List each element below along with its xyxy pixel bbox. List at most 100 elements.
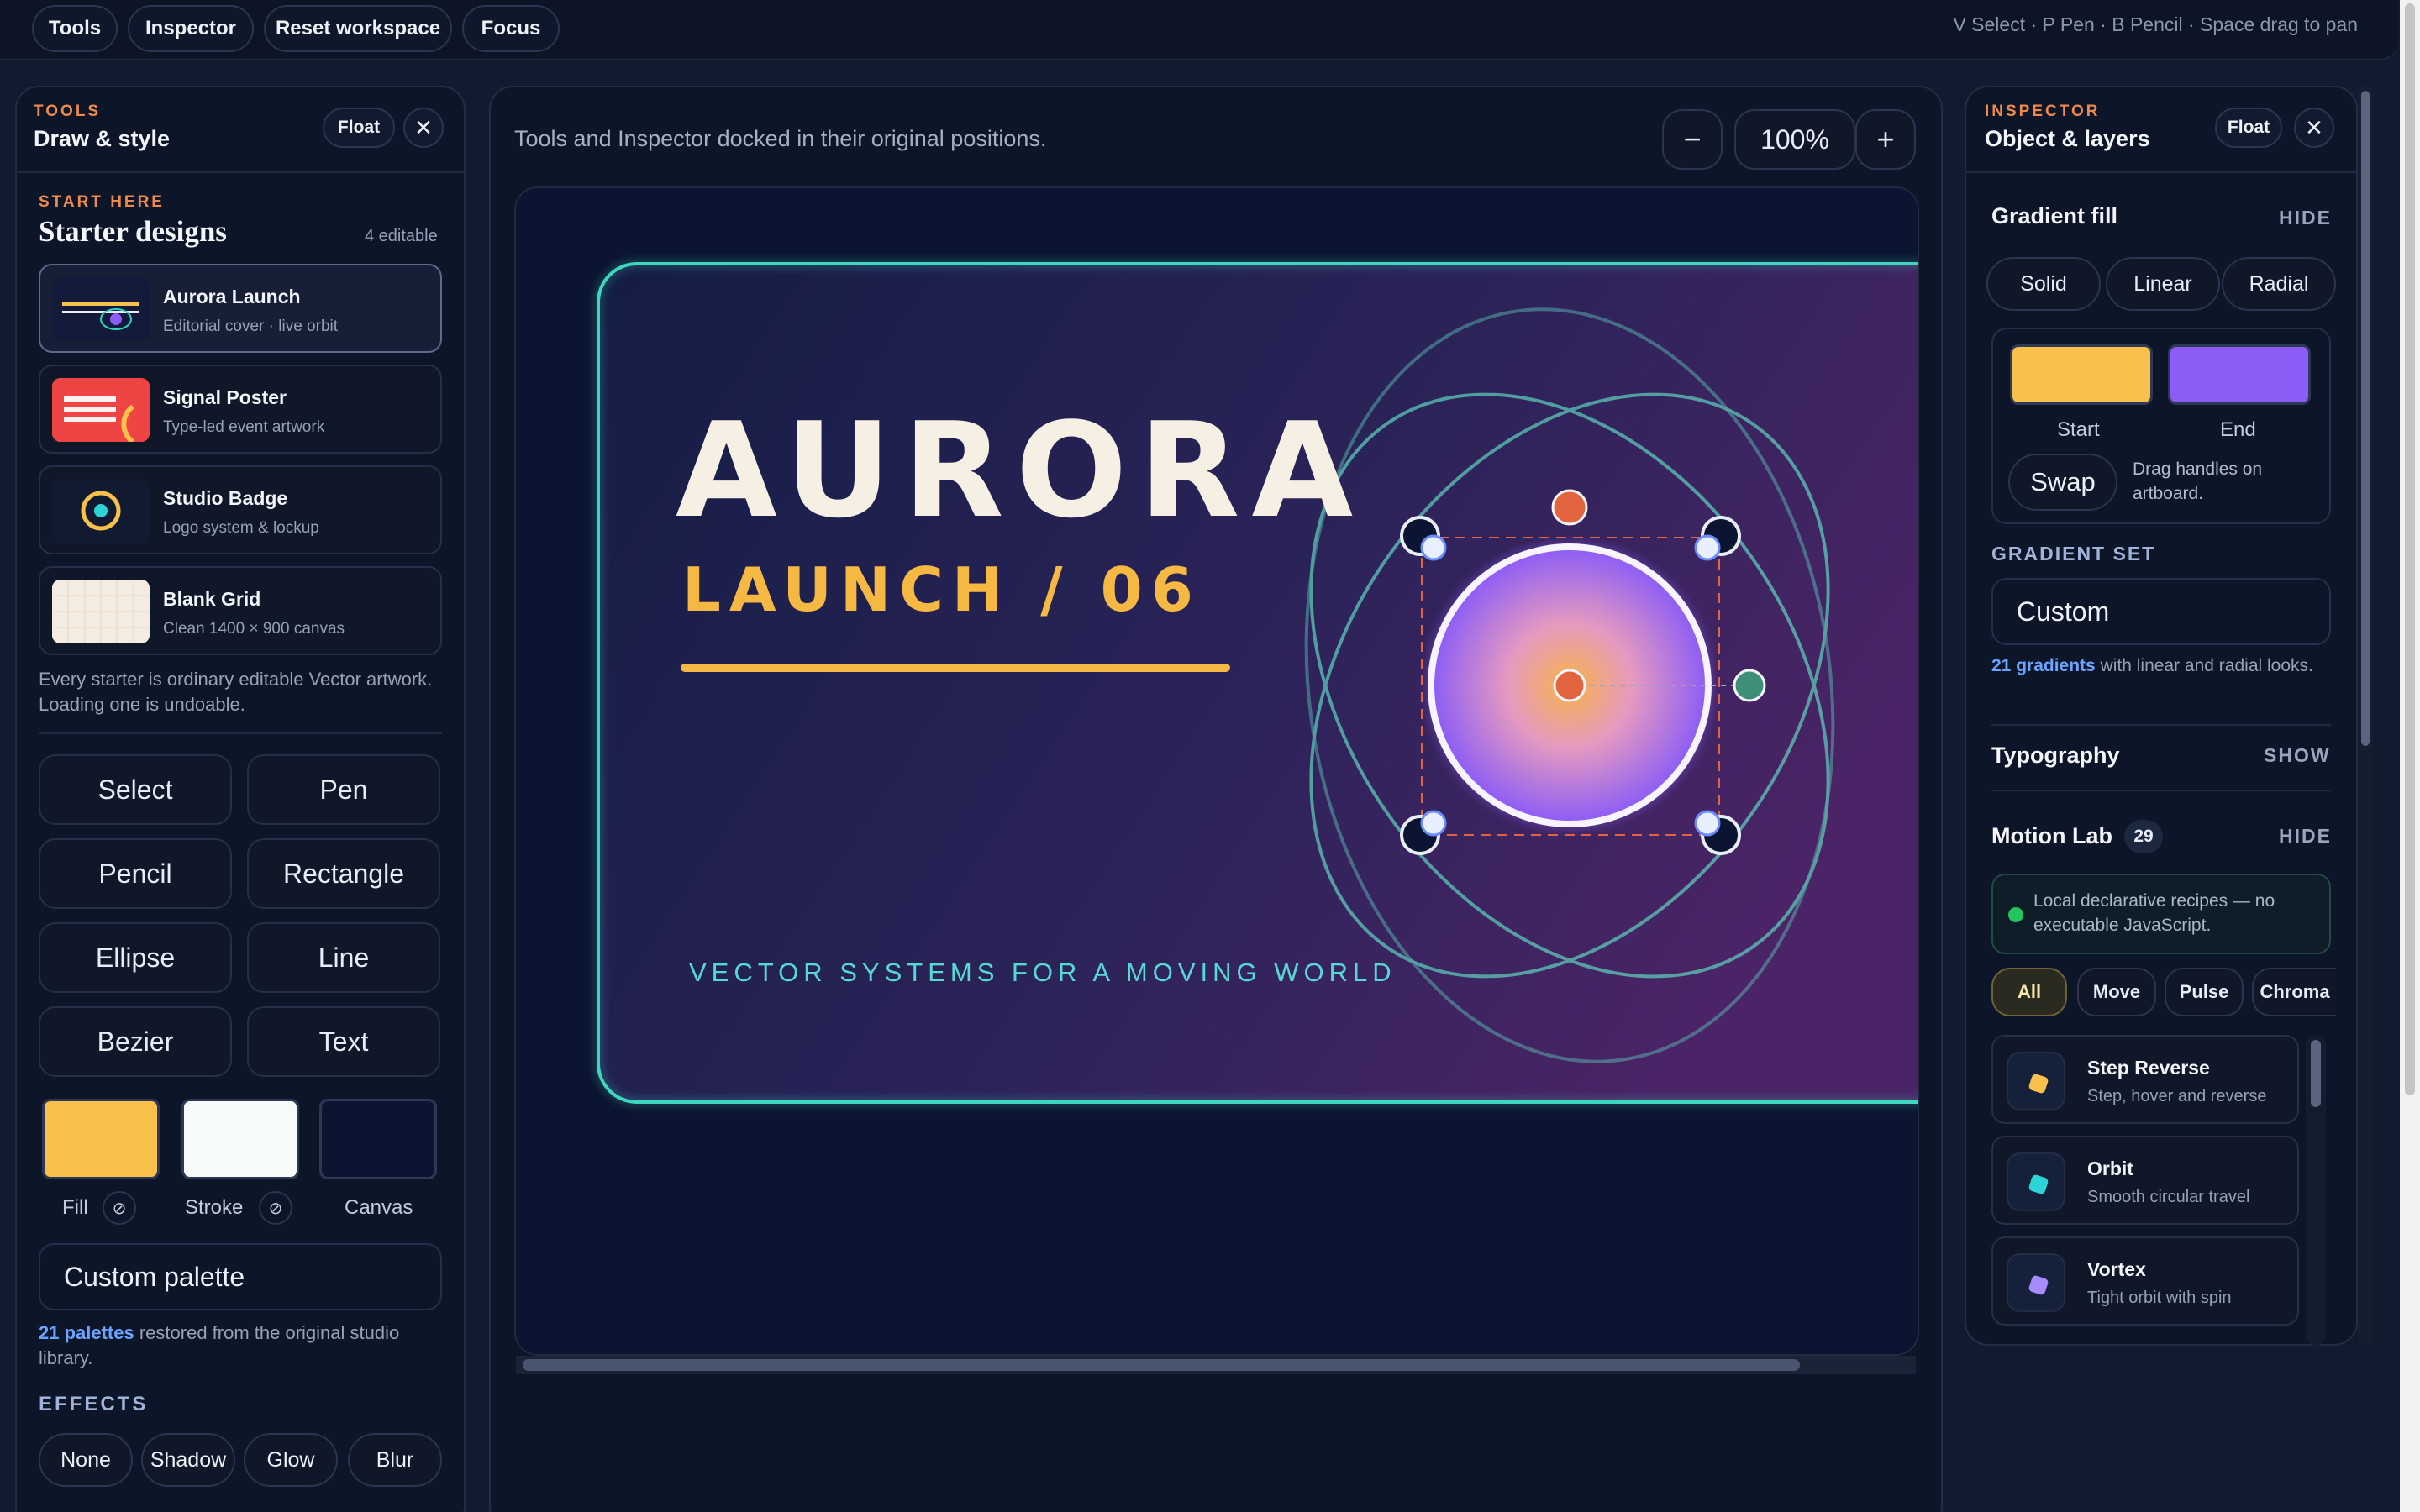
vortex-icon	[2007, 1253, 2065, 1312]
effects-title: EFFECTS	[39, 1393, 149, 1415]
filter-chroma-chip[interactable]: Chroma	[2252, 968, 2336, 1016]
motion-list-scrollbar[interactable]	[2306, 1035, 2326, 1346]
card-subtitle: Clean 1400 × 900 canvas	[163, 620, 345, 638]
canvas-color-swatch[interactable]	[319, 1099, 437, 1179]
motion-notice: Local declarative recipes — no executabl…	[1991, 874, 2331, 954]
starter-card-blank-grid[interactable]: Blank Grid Clean 1400 × 900 canvas	[39, 566, 442, 655]
signal-thumbnail	[52, 378, 150, 442]
starter-card-aurora-launch[interactable]: Aurora Launch Editorial cover · live orb…	[39, 264, 442, 353]
tool-ellipse-button[interactable]: Ellipse	[39, 922, 232, 993]
focus-button[interactable]: Focus	[462, 5, 560, 52]
top-toolbar: Tools Inspector Reset workspace Focus V …	[0, 0, 2398, 60]
reset-workspace-button[interactable]: Reset workspace	[264, 5, 452, 52]
tools-panel-title: Draw & style	[34, 126, 171, 151]
tools-eyebrow: TOOLS	[34, 102, 102, 120]
motion-recipe-step-reverse[interactable]: Step Reverse Step, hover and reverse	[1991, 1035, 2299, 1124]
fill-color-swatch[interactable]	[42, 1099, 160, 1179]
no-stroke-icon[interactable]: ⊘	[259, 1191, 292, 1225]
scrollbar-thumb[interactable]	[2405, 3, 2415, 1095]
divider	[1991, 724, 2331, 726]
tool-pen-button[interactable]: Pen	[247, 754, 440, 825]
grid-thumbnail	[52, 580, 150, 643]
tools-float-button[interactable]: Float	[323, 108, 395, 148]
gradient-fill-title: Gradient fill	[1991, 203, 2118, 228]
tool-select-button[interactable]: Select	[39, 754, 232, 825]
effect-blur-button[interactable]: Blur	[348, 1433, 442, 1487]
motion-lab-title: Motion Lab	[1991, 823, 2112, 848]
recipe-title: Vortex	[2087, 1258, 2146, 1280]
tool-text-button[interactable]: Text	[247, 1006, 440, 1077]
status-dot-icon	[2008, 907, 2023, 922]
motion-recipe-vortex[interactable]: Vortex Tight orbit with spin	[1991, 1236, 2299, 1326]
divider	[15, 171, 466, 173]
artboard-viewport[interactable]: AURORA LAUNCH / 06 VECTOR SYSTEMS FOR A …	[514, 186, 1919, 1356]
motion-hide-toggle[interactable]: HIDE	[2279, 825, 2332, 848]
window-scrollbar[interactable]	[2400, 0, 2420, 1512]
gradient-end-swatch[interactable]	[2168, 344, 2311, 405]
badge-thumbnail	[52, 479, 150, 543]
start-label: Start	[2057, 418, 2100, 441]
inspector-float-button[interactable]: Float	[2215, 108, 2282, 148]
recipe-title: Orbit	[2087, 1158, 2133, 1179]
zoom-level[interactable]: 100%	[1734, 109, 1855, 170]
filter-pulse-chip[interactable]: Pulse	[2165, 968, 2244, 1016]
inspector-toggle-button[interactable]: Inspector	[128, 5, 254, 52]
gradient-start-swatch[interactable]	[2010, 344, 2153, 405]
card-title: Blank Grid	[163, 588, 261, 610]
card-subtitle: Type-led event artwork	[163, 418, 325, 436]
horizontal-scrollbar[interactable]	[516, 1356, 1916, 1374]
recipe-subtitle: Step, hover and reverse	[2087, 1087, 2267, 1105]
tool-line-button[interactable]: Line	[247, 922, 440, 993]
motion-notice-text: Local declarative recipes — no executabl…	[2033, 891, 2275, 935]
swap-button[interactable]: Swap	[2008, 454, 2118, 511]
scrollbar-thumb[interactable]	[523, 1359, 1800, 1371]
effect-shadow-button[interactable]: Shadow	[141, 1433, 235, 1487]
tool-bezier-button[interactable]: Bezier	[39, 1006, 232, 1077]
motion-recipe-orbit[interactable]: Orbit Smooth circular travel	[1991, 1136, 2299, 1225]
recipe-swatch	[2028, 1274, 2049, 1296]
tool-pencil-button[interactable]: Pencil	[39, 838, 232, 909]
palette-count: 21 palettes	[39, 1322, 134, 1343]
close-icon[interactable]: ✕	[403, 108, 444, 148]
palette-note: 21 palettes restored from the original s…	[39, 1320, 450, 1371]
scrollbar-thumb[interactable]	[2311, 1040, 2321, 1107]
zoom-in-button[interactable]: +	[1855, 109, 1916, 170]
starter-note: Every starter is ordinary editable Vecto…	[39, 669, 433, 715]
gradient-set-select[interactable]: Custom	[1991, 578, 2331, 645]
divider	[1965, 171, 2358, 173]
divider	[1991, 790, 2331, 791]
stroke-color-swatch[interactable]	[182, 1099, 299, 1179]
end-label: End	[2220, 418, 2256, 441]
scrollbar-thumb[interactable]	[2361, 91, 2370, 746]
artwork-title[interactable]: AURORA	[676, 405, 1365, 536]
keyboard-shortcuts-hint: V Select · P Pen · B Pencil · Space drag…	[1953, 13, 2358, 35]
gradient-note-text: with linear and radial looks.	[2095, 656, 2313, 675]
palette-select[interactable]: Custom palette	[39, 1243, 442, 1310]
artwork-subtitle[interactable]: LAUNCH / 06	[682, 559, 1202, 620]
inspector-scrollbar[interactable]	[2358, 86, 2373, 1346]
aurora-thumbnail	[52, 277, 150, 341]
gradient-hide-toggle[interactable]: HIDE	[2279, 207, 2332, 229]
gradient-count: 21 gradients	[1991, 656, 2096, 675]
filter-move-chip[interactable]: Move	[2077, 968, 2156, 1016]
inspector-panel-title: Object & layers	[1985, 126, 2150, 151]
effect-glow-button[interactable]: Glow	[244, 1433, 338, 1487]
typography-show-toggle[interactable]: SHOW	[2264, 744, 2331, 767]
gradient-mode-solid[interactable]: Solid	[1986, 257, 2101, 311]
starter-card-signal-poster[interactable]: Signal Poster Type-led event artwork	[39, 365, 442, 454]
gradient-mode-radial[interactable]: Radial	[2222, 257, 2336, 311]
zoom-out-button[interactable]: −	[1662, 109, 1723, 170]
filter-all-chip[interactable]: All	[1991, 968, 2067, 1016]
divider	[39, 732, 442, 734]
tool-rectangle-button[interactable]: Rectangle	[247, 838, 440, 909]
effect-none-button[interactable]: None	[39, 1433, 133, 1487]
recipe-title: Step Reverse	[2087, 1057, 2210, 1079]
tools-toggle-button[interactable]: Tools	[32, 5, 118, 52]
gradient-mode-linear[interactable]: Linear	[2106, 257, 2220, 311]
starter-card-studio-badge[interactable]: Studio Badge Logo system & lockup	[39, 465, 442, 554]
no-fill-icon[interactable]: ⊘	[103, 1191, 136, 1225]
drag-handles-hint: Drag handles on artboard.	[2133, 459, 2263, 503]
close-icon[interactable]: ✕	[2294, 108, 2334, 148]
recipe-subtitle: Smooth circular travel	[2087, 1188, 2250, 1206]
artwork-tagline[interactable]: VECTOR SYSTEMS FOR A MOVING WORLD	[689, 958, 1397, 988]
